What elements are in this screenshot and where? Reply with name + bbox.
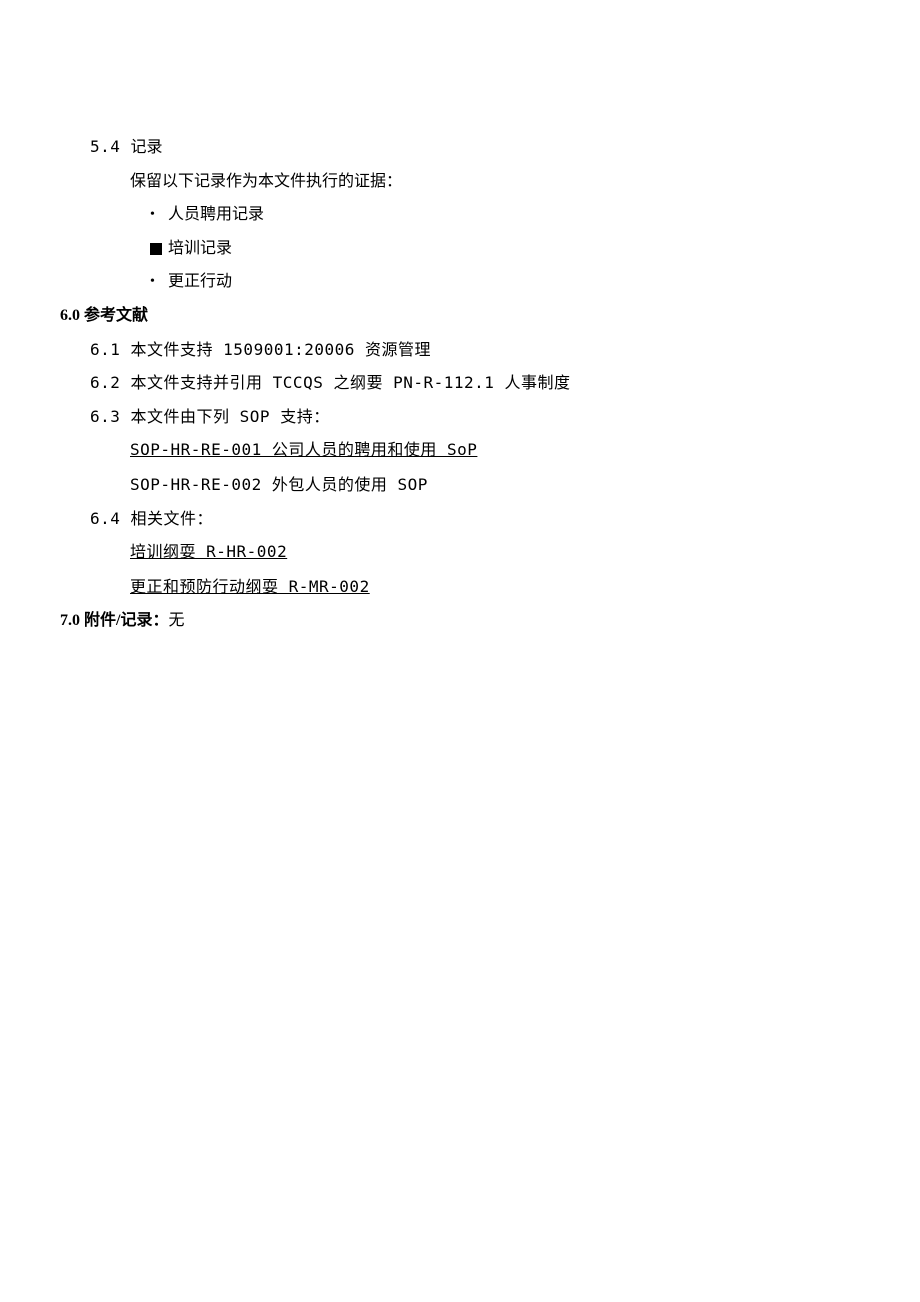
square-icon [150, 243, 162, 255]
related-doc-link[interactable]: 培训纲耍 R-HR-002 [130, 542, 287, 561]
sop-link-text[interactable]: SOP-HR-RE-001 公司人员的聘用和使用 SoP [130, 440, 477, 459]
list-item: 培训记录 [150, 232, 860, 266]
section-6-heading: 6.0 参考文献 [60, 299, 860, 333]
list-item: •更正行动 [150, 265, 860, 299]
record-bullet-list: •人员聘用记录 培训记录 •更正行动 [150, 198, 860, 299]
section-7-value: 无 [168, 612, 184, 629]
bullet-icon: • [150, 200, 168, 229]
section-5-4-title: 记录 [131, 139, 163, 156]
section-5-4-number: 5.4 [90, 137, 131, 156]
related-doc-1: 培训纲耍 R-HR-002 [130, 535, 860, 570]
section-5-4: 5.4 记录 [90, 130, 860, 165]
section-7-number: 7.0 [60, 612, 84, 629]
bullet-text: 培训记录 [168, 232, 232, 266]
sop-text-2: SOP-HR-RE-002 外包人员的使用 SOP [130, 468, 860, 502]
bullet-icon: • [150, 267, 168, 296]
ref-6-2: 6.2 本文件支持并引用 TCCQS 之纲要 PN-R-112.1 人事制度 [90, 366, 860, 400]
bullet-text: 更正行动 [168, 265, 232, 299]
related-doc-link[interactable]: 更正和预防行动纲耍 R-MR-002 [130, 577, 370, 596]
related-doc-2: 更正和预防行动纲耍 R-MR-002 [130, 570, 860, 605]
section-7-heading: 7.0 附件/记录：无 [60, 604, 860, 638]
section-6-number: 6.0 [60, 307, 84, 324]
sop-link-1: SOP-HR-RE-001 公司人员的聘用和使用 SoP [130, 433, 860, 468]
ref-6-4: 6.4 相关文件： [90, 502, 860, 536]
bullet-text: 人员聘用记录 [168, 198, 264, 232]
ref-6-3: 6.3 本文件由下列 SOP 支持： [90, 400, 860, 434]
ref-6-1: 6.1 本文件支持 1509001:20006 资源管理 [90, 333, 860, 367]
list-item: •人员聘用记录 [150, 198, 860, 232]
section-5-4-intro: 保留以下记录作为本文件执行的证据： [130, 165, 860, 199]
section-6-title: 参考文献 [84, 307, 148, 324]
section-7-title: 附件/记录： [84, 612, 168, 629]
